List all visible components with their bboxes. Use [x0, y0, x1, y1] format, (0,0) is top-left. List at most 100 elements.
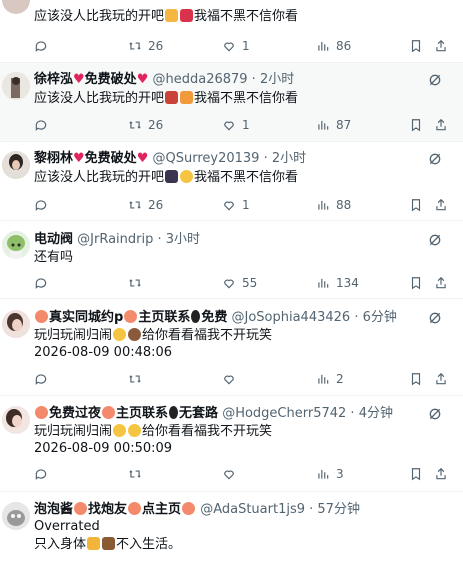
share-button[interactable]: [434, 196, 448, 214]
like-button[interactable]: 1: [222, 196, 250, 214]
user-name[interactable]: 泡泡酱: [34, 502, 73, 517]
user-name[interactable]: 徐梓泓: [34, 72, 73, 87]
share-button[interactable]: [434, 116, 448, 134]
heart-icon: [224, 42, 234, 52]
share-icon: [436, 118, 446, 131]
views-button[interactable]: 134: [316, 274, 359, 292]
tweet-text-date: 2026-08-09 00:50:09: [34, 441, 173, 456]
tweet-text-part: 应该没人比我玩的开吧: [34, 91, 165, 106]
avatar[interactable]: [2, 72, 30, 100]
bookmark-icon: [411, 468, 421, 481]
avatar[interactable]: [2, 502, 30, 530]
heart-emoji: ♥: [136, 151, 149, 166]
like-button[interactable]: 1: [222, 116, 250, 134]
user-name[interactable]: 黎栩林: [34, 151, 73, 166]
view-count: 3: [336, 467, 344, 481]
bookmark-button[interactable]: [409, 465, 423, 483]
heart-emoji: ♥: [136, 72, 149, 87]
heart-emoji: ♥: [73, 72, 85, 87]
grok-icon[interactable]: [427, 406, 443, 422]
like-button[interactable]: 1: [222, 37, 250, 55]
bookmark-button[interactable]: [409, 370, 423, 388]
views-button[interactable]: 3: [316, 465, 344, 483]
like-count: 1: [242, 39, 250, 53]
tweet[interactable]: 徐梓泓♥免费破处♥ @hedda26879 · 2小时 应该没人比我玩的开吧 我福…: [0, 63, 463, 142]
eggplant-emoji: [165, 170, 179, 183]
grok-icon[interactable]: [427, 72, 443, 88]
retweet-button[interactable]: 26: [128, 196, 163, 214]
reply-button[interactable]: [34, 116, 54, 134]
share-button[interactable]: [434, 465, 448, 483]
retweet-button[interactable]: [128, 370, 148, 388]
share-button[interactable]: [434, 370, 448, 388]
reply-button[interactable]: [34, 465, 54, 483]
share-icon: [436, 467, 446, 480]
avatar[interactable]: [2, 310, 30, 338]
avatar[interactable]: [2, 406, 30, 434]
bookmark-button[interactable]: [409, 274, 423, 292]
tweet-text: 只入身体 不入生活。: [34, 537, 181, 553]
user-handle[interactable]: @JoSophia443426: [231, 310, 350, 325]
user-handle[interactable]: @QSurrey20139: [152, 151, 259, 166]
retweet-button[interactable]: [128, 465, 148, 483]
share-button[interactable]: [434, 274, 448, 292]
share-icon: [436, 372, 446, 385]
user-handle[interactable]: @HodgeCherr5742: [222, 406, 346, 421]
reply-icon: [35, 120, 47, 131]
timestamp[interactable]: 4分钟: [359, 406, 393, 421]
reply-icon: [35, 278, 47, 289]
like-button[interactable]: [222, 370, 242, 388]
user-handle[interactable]: @hedda26879: [152, 72, 247, 87]
user-handle[interactable]: @JrRaindrip: [77, 232, 153, 247]
retweet-button[interactable]: 26: [128, 116, 163, 134]
tweet-actions: 26 1 87: [34, 116, 463, 134]
timestamp[interactable]: 3小时: [166, 232, 200, 247]
views-button[interactable]: 87: [316, 116, 351, 134]
timestamp[interactable]: 57分钟: [317, 502, 360, 517]
views-button[interactable]: 88: [316, 196, 351, 214]
bookmark-button[interactable]: [409, 37, 423, 55]
like-button[interactable]: [222, 465, 242, 483]
grok-icon[interactable]: [427, 310, 443, 326]
avatar[interactable]: [2, 0, 30, 14]
views-button[interactable]: 2: [316, 370, 344, 388]
views-button[interactable]: 86: [316, 37, 351, 55]
timestamp[interactable]: 6分钟: [363, 310, 397, 325]
retweet-count: 26: [148, 39, 164, 53]
bookmark-button[interactable]: [409, 116, 423, 134]
tweet-text-date: 2026-08-09 00:48:06: [34, 345, 173, 360]
bookmark-button[interactable]: [409, 196, 423, 214]
tweet[interactable]: 应该没人比我玩的开吧 我福不黑不信你看 26 1 86: [0, 0, 463, 63]
analytics-icon: [318, 469, 329, 479]
user-name[interactable]: 真实同城约p: [49, 310, 123, 325]
avatar[interactable]: [2, 151, 30, 179]
view-count: 88: [336, 198, 352, 212]
user-name-badge: 主页联系: [116, 406, 169, 421]
retweet-button[interactable]: [128, 274, 148, 292]
like-button[interactable]: 55: [222, 274, 257, 292]
reply-button[interactable]: [34, 274, 54, 292]
retweet-count: 26: [148, 118, 164, 132]
avatar[interactable]: [2, 231, 30, 259]
retweet-icon: [129, 470, 141, 478]
reply-button[interactable]: [34, 37, 54, 55]
tweet[interactable]: 免费过夜 主页联系 无套路 @HodgeCherr5742 · 4分钟 玩归玩闹归闹…: [0, 396, 463, 492]
tweet[interactable]: 泡泡酱 找炮友 点主页 @AdaStuart1js9 · 57分钟 Overrate…: [0, 492, 463, 564]
user-handle[interactable]: @AdaStuart1js9: [200, 502, 305, 517]
user-name[interactable]: 电动阀: [34, 232, 73, 247]
share-button[interactable]: [434, 37, 448, 55]
peach-emoji: [35, 406, 48, 419]
reply-button[interactable]: [34, 196, 54, 214]
retweet-button[interactable]: 26: [128, 37, 163, 55]
user-name[interactable]: 免费过夜: [49, 406, 101, 421]
tweet[interactable]: 电动阀 @JrRaindrip · 3小时 还有吗 55 134: [0, 221, 463, 299]
grok-icon[interactable]: [427, 232, 443, 248]
tweet[interactable]: 黎栩林♥免费破处♥ @QSurrey20139 · 2小时 应该没人比我玩的开吧…: [0, 142, 463, 221]
timestamp[interactable]: 2小时: [272, 151, 306, 166]
reply-button[interactable]: [34, 370, 54, 388]
analytics-icon: [318, 278, 329, 288]
grok-icon[interactable]: [427, 151, 443, 167]
timestamp[interactable]: 2小时: [260, 72, 294, 87]
tweet[interactable]: 真实同城约p 主页联系 免费 @JoSophia443426 · 6分钟 玩归玩闹归…: [0, 299, 463, 396]
retweet-icon: [129, 279, 141, 287]
